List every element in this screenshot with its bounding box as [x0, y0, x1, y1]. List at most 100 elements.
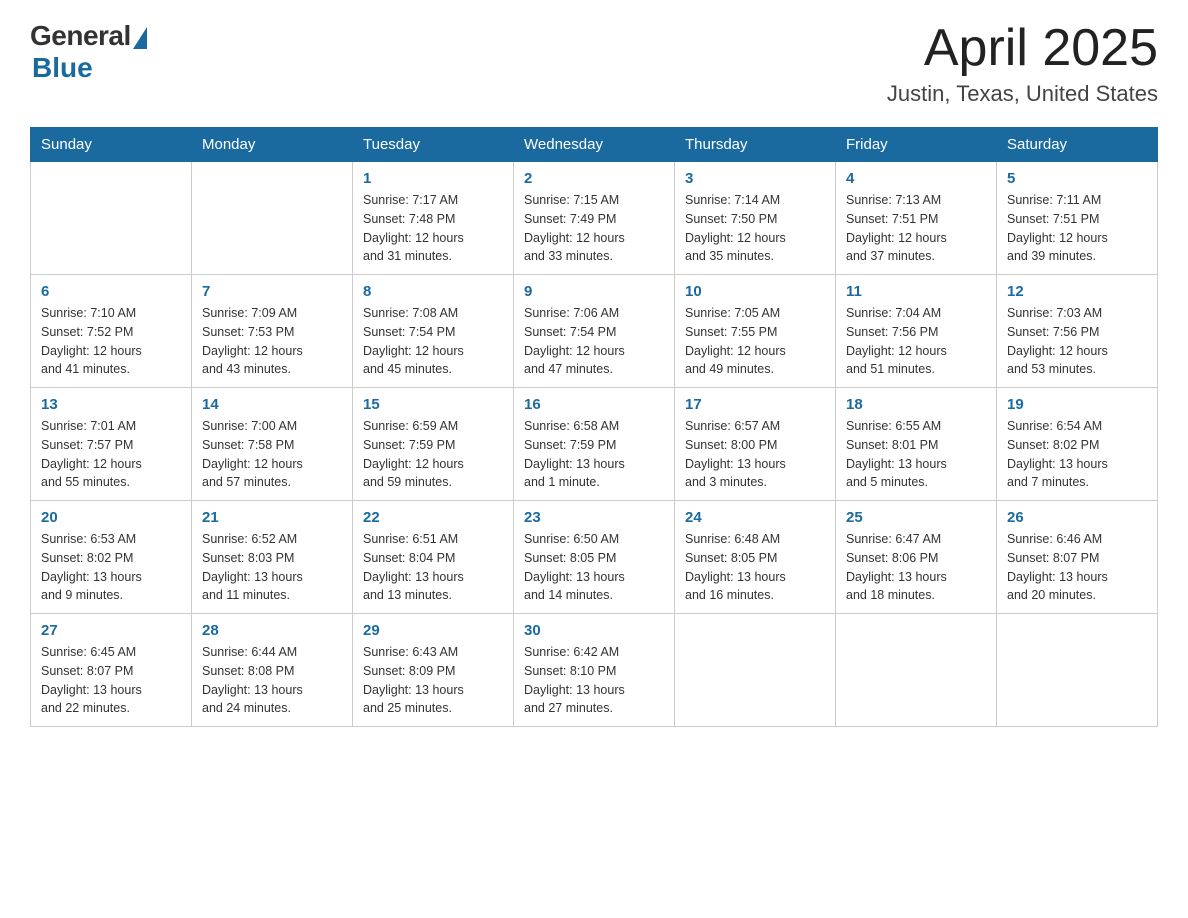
- day-info: Sunrise: 6:50 AM Sunset: 8:05 PM Dayligh…: [524, 530, 664, 605]
- calendar-cell: 12Sunrise: 7:03 AM Sunset: 7:56 PM Dayli…: [997, 275, 1158, 388]
- day-info: Sunrise: 6:43 AM Sunset: 8:09 PM Dayligh…: [363, 643, 503, 718]
- calendar-cell: 10 Sunrise: 7:05 AM Sunset: 7:55 PM Dayli…: [675, 275, 836, 388]
- location-title: Justin, Texas, United States: [887, 81, 1158, 107]
- calendar-cell: [836, 614, 997, 727]
- day-info: Sunrise: 6:46 AM Sunset: 8:07 PM Dayligh…: [1007, 530, 1147, 605]
- calendar-cell: 14Sunrise: 7:00 AM Sunset: 7:58 PM Dayli…: [192, 388, 353, 501]
- day-number: 28: [202, 622, 342, 639]
- day-info: Sunrise: 6:59 AM Sunset: 7:59 PM Dayligh…: [363, 417, 503, 492]
- calendar-cell: 5 Sunrise: 7:11 AM Sunset: 7:51 PM Daylig…: [997, 162, 1158, 275]
- day-number: 11: [846, 283, 986, 300]
- day-info: Sunrise: 7:11 AM Sunset: 7:51 PM Dayligh…: [1007, 191, 1147, 266]
- day-info: Sunrise: 6:55 AM Sunset: 8:01 PM Dayligh…: [846, 417, 986, 492]
- day-number: 14: [202, 396, 342, 413]
- calendar-cell: [997, 614, 1158, 727]
- day-number: 6: [41, 283, 181, 300]
- day-info: Sunrise: 6:48 AM Sunset: 8:05 PM Dayligh…: [685, 530, 825, 605]
- weekday-header-tuesday: Tuesday: [353, 128, 514, 162]
- day-info: Sunrise: 6:54 AM Sunset: 8:02 PM Dayligh…: [1007, 417, 1147, 492]
- calendar-cell: 25Sunrise: 6:47 AM Sunset: 8:06 PM Dayli…: [836, 501, 997, 614]
- logo-triangle-icon: [133, 27, 147, 49]
- day-info: Sunrise: 7:08 AM Sunset: 7:54 PM Dayligh…: [363, 304, 503, 379]
- day-number: 4: [846, 170, 986, 187]
- weekday-header-friday: Friday: [836, 128, 997, 162]
- day-number: 5: [1007, 170, 1147, 187]
- day-number: 22: [363, 509, 503, 526]
- day-info: Sunrise: 7:09 AM Sunset: 7:53 PM Dayligh…: [202, 304, 342, 379]
- day-info: Sunrise: 6:47 AM Sunset: 8:06 PM Dayligh…: [846, 530, 986, 605]
- day-info: Sunrise: 6:58 AM Sunset: 7:59 PM Dayligh…: [524, 417, 664, 492]
- calendar-cell: 23 Sunrise: 6:50 AM Sunset: 8:05 PM Dayli…: [514, 501, 675, 614]
- weekday-header-thursday: Thursday: [675, 128, 836, 162]
- day-info: Sunrise: 6:53 AM Sunset: 8:02 PM Dayligh…: [41, 530, 181, 605]
- calendar-cell: 22 Sunrise: 6:51 AM Sunset: 8:04 PM Dayli…: [353, 501, 514, 614]
- calendar-cell: 2 Sunrise: 7:15 AM Sunset: 7:49 PM Daylig…: [514, 162, 675, 275]
- calendar-cell: 27Sunrise: 6:45 AM Sunset: 8:07 PM Dayli…: [31, 614, 192, 727]
- day-number: 29: [363, 622, 503, 639]
- day-number: 13: [41, 396, 181, 413]
- calendar-week-row: 6 Sunrise: 7:10 AM Sunset: 7:52 PM Daylig…: [31, 275, 1158, 388]
- calendar-cell: 4 Sunrise: 7:13 AM Sunset: 7:51 PM Daylig…: [836, 162, 997, 275]
- day-info: Sunrise: 6:52 AM Sunset: 8:03 PM Dayligh…: [202, 530, 342, 605]
- calendar-cell: 13 Sunrise: 7:01 AM Sunset: 7:57 PM Dayli…: [31, 388, 192, 501]
- day-info: Sunrise: 6:51 AM Sunset: 8:04 PM Dayligh…: [363, 530, 503, 605]
- day-number: 16: [524, 396, 664, 413]
- day-info: Sunrise: 7:06 AM Sunset: 7:54 PM Dayligh…: [524, 304, 664, 379]
- day-number: 18: [846, 396, 986, 413]
- day-info: Sunrise: 7:05 AM Sunset: 7:55 PM Dayligh…: [685, 304, 825, 379]
- day-number: 2: [524, 170, 664, 187]
- day-info: Sunrise: 7:14 AM Sunset: 7:50 PM Dayligh…: [685, 191, 825, 266]
- calendar-cell: [192, 162, 353, 275]
- day-info: Sunrise: 6:44 AM Sunset: 8:08 PM Dayligh…: [202, 643, 342, 718]
- calendar-cell: 3 Sunrise: 7:14 AM Sunset: 7:50 PM Daylig…: [675, 162, 836, 275]
- day-number: 15: [363, 396, 503, 413]
- calendar-cell: [675, 614, 836, 727]
- calendar-cell: 19 Sunrise: 6:54 AM Sunset: 8:02 PM Dayli…: [997, 388, 1158, 501]
- weekday-header-wednesday: Wednesday: [514, 128, 675, 162]
- calendar-table: SundayMondayTuesdayWednesdayThursdayFrid…: [30, 127, 1158, 727]
- day-info: Sunrise: 7:13 AM Sunset: 7:51 PM Dayligh…: [846, 191, 986, 266]
- calendar-cell: 21Sunrise: 6:52 AM Sunset: 8:03 PM Dayli…: [192, 501, 353, 614]
- calendar-cell: 15 Sunrise: 6:59 AM Sunset: 7:59 PM Dayli…: [353, 388, 514, 501]
- calendar-cell: 20 Sunrise: 6:53 AM Sunset: 8:02 PM Dayli…: [31, 501, 192, 614]
- day-number: 10: [685, 283, 825, 300]
- weekday-header-saturday: Saturday: [997, 128, 1158, 162]
- calendar-week-row: 20 Sunrise: 6:53 AM Sunset: 8:02 PM Dayli…: [31, 501, 1158, 614]
- day-number: 24: [685, 509, 825, 526]
- logo-blue-text: Blue: [32, 52, 93, 84]
- calendar-cell: 11 Sunrise: 7:04 AM Sunset: 7:56 PM Dayli…: [836, 275, 997, 388]
- calendar-cell: 9 Sunrise: 7:06 AM Sunset: 7:54 PM Daylig…: [514, 275, 675, 388]
- day-number: 27: [41, 622, 181, 639]
- calendar-week-row: 1 Sunrise: 7:17 AM Sunset: 7:48 PM Daylig…: [31, 162, 1158, 275]
- day-info: Sunrise: 7:15 AM Sunset: 7:49 PM Dayligh…: [524, 191, 664, 266]
- day-info: Sunrise: 6:42 AM Sunset: 8:10 PM Dayligh…: [524, 643, 664, 718]
- day-number: 17: [685, 396, 825, 413]
- calendar-cell: 16 Sunrise: 6:58 AM Sunset: 7:59 PM Dayli…: [514, 388, 675, 501]
- day-number: 9: [524, 283, 664, 300]
- calendar-cell: 18 Sunrise: 6:55 AM Sunset: 8:01 PM Dayli…: [836, 388, 997, 501]
- calendar-cell: 8Sunrise: 7:08 AM Sunset: 7:54 PM Daylig…: [353, 275, 514, 388]
- day-number: 7: [202, 283, 342, 300]
- day-info: Sunrise: 7:17 AM Sunset: 7:48 PM Dayligh…: [363, 191, 503, 266]
- calendar-cell: 28 Sunrise: 6:44 AM Sunset: 8:08 PM Dayli…: [192, 614, 353, 727]
- logo-general-text: General: [30, 20, 131, 52]
- calendar-cell: 30Sunrise: 6:42 AM Sunset: 8:10 PM Dayli…: [514, 614, 675, 727]
- calendar-cell: 1 Sunrise: 7:17 AM Sunset: 7:48 PM Daylig…: [353, 162, 514, 275]
- calendar-week-row: 13 Sunrise: 7:01 AM Sunset: 7:57 PM Dayli…: [31, 388, 1158, 501]
- day-number: 19: [1007, 396, 1147, 413]
- day-number: 20: [41, 509, 181, 526]
- day-number: 3: [685, 170, 825, 187]
- calendar-header-row: SundayMondayTuesdayWednesdayThursdayFrid…: [31, 128, 1158, 162]
- calendar-week-row: 27Sunrise: 6:45 AM Sunset: 8:07 PM Dayli…: [31, 614, 1158, 727]
- page-header: General Blue April 2025 Justin, Texas, U…: [30, 20, 1158, 107]
- day-info: Sunrise: 7:01 AM Sunset: 7:57 PM Dayligh…: [41, 417, 181, 492]
- calendar-cell: 17Sunrise: 6:57 AM Sunset: 8:00 PM Dayli…: [675, 388, 836, 501]
- calendar-cell: 6 Sunrise: 7:10 AM Sunset: 7:52 PM Daylig…: [31, 275, 192, 388]
- day-info: Sunrise: 7:04 AM Sunset: 7:56 PM Dayligh…: [846, 304, 986, 379]
- day-number: 26: [1007, 509, 1147, 526]
- calendar-cell: 24 Sunrise: 6:48 AM Sunset: 8:05 PM Dayli…: [675, 501, 836, 614]
- day-number: 23: [524, 509, 664, 526]
- day-info: Sunrise: 7:10 AM Sunset: 7:52 PM Dayligh…: [41, 304, 181, 379]
- weekday-header-monday: Monday: [192, 128, 353, 162]
- day-number: 1: [363, 170, 503, 187]
